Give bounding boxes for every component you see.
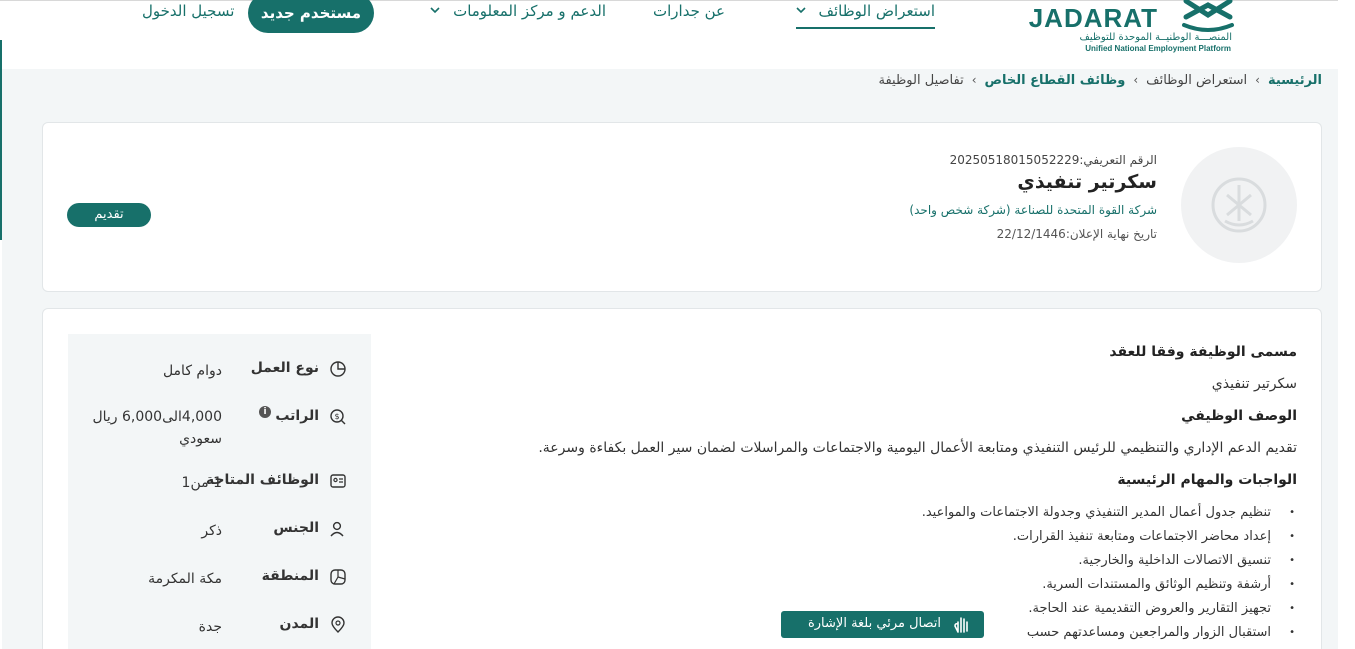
- logo-wordmark: JADARAT: [1028, 3, 1158, 33]
- attr-label: الراتب: [275, 408, 319, 424]
- svg-text:$: $: [334, 412, 339, 421]
- list-item: أرشفة وتنظيم الوثائق والمستندات السرية.: [437, 573, 1297, 597]
- attr-value: جدة: [198, 619, 222, 635]
- chevron-down-icon: [796, 7, 806, 14]
- hand-sign-icon: [954, 617, 968, 633]
- job-info: الرقم التعريفي:20250518015052229 سكرتير …: [909, 153, 1157, 241]
- chevron-left-icon: ›: [1133, 73, 1139, 87]
- attr-available-positions: الوظائف المتاحة 1 من1: [68, 470, 371, 510]
- breadcrumb-browse[interactable]: استعراض الوظائف: [1146, 73, 1247, 88]
- breadcrumb-private-jobs[interactable]: وظائف القطاع الخاص: [985, 73, 1126, 88]
- job-details-card: مسمى الوظيفة وفقا للعقد سكرتير تنفيذي ال…: [42, 308, 1322, 649]
- attr-value: ذكر: [201, 523, 222, 539]
- apply-button[interactable]: تقديم: [67, 203, 151, 227]
- attr-label: المدن: [279, 616, 319, 632]
- pie-chart-icon: [330, 361, 346, 377]
- map-region-icon: [330, 569, 346, 585]
- info-icon[interactable]: i: [259, 406, 271, 418]
- attr-label: الجنس: [273, 520, 319, 536]
- attr-label: نوع العمل: [250, 360, 319, 376]
- contract-title: سكرتير تنفيذي: [1211, 376, 1297, 392]
- sign-language-call-button[interactable]: اتصال مرئي بلغة الإشارة: [781, 611, 984, 638]
- id-card-icon: [330, 474, 346, 488]
- list-item: تنسيق الاتصالات الداخلية والخارجية.: [437, 549, 1297, 573]
- breadcrumb-current: تفاصيل الوظيفة: [878, 72, 964, 88]
- contract-title-heading: مسمى الوظيفة وفقا للعقد: [1109, 344, 1297, 360]
- attr-label: المنطقة: [261, 568, 319, 584]
- attr-salary: $ الراتب i 4,000الى6,000 ريال سعودي: [68, 406, 371, 454]
- attr-value: مكة المكرمة: [148, 571, 222, 587]
- user-icon: [330, 521, 344, 537]
- chevron-left-icon: ›: [971, 73, 977, 87]
- nav-about-label: عن جدارات: [653, 2, 725, 20]
- job-description: مسمى الوظيفة وفقا للعقد سكرتير تنفيذي ال…: [437, 343, 1297, 645]
- breadcrumb-home[interactable]: الرئيسية: [1268, 73, 1322, 88]
- top-navigation-bar: JADARAT المنصـــة الوطنيــة الموحدة للتو…: [0, 0, 1338, 69]
- list-item: تنظيم جدول أعمال المدير التنفيذي وجدولة …: [437, 501, 1297, 525]
- breadcrumb: الرئيسية › استعراض الوظائف › وظائف القطا…: [878, 69, 1322, 91]
- attr-value: 4,000الى6,000 ريال سعودي: [92, 409, 222, 447]
- duties-heading: الواجبات والمهام الرئيسية: [1117, 472, 1297, 488]
- attr-work-type: نوع العمل دوام كامل: [68, 358, 371, 398]
- login-link[interactable]: تسجيل الدخول: [142, 1, 234, 21]
- attr-gender: الجنس ذكر: [68, 518, 371, 558]
- main-content: الرئيسية › استعراض الوظائف › وظائف القطا…: [2, 69, 1338, 649]
- job-attributes-panel: نوع العمل دوام كامل $ الراتب i 4,000الى6…: [68, 334, 371, 649]
- jadarat-emblem-icon: [1182, 0, 1234, 32]
- deadline: تاريخ نهاية الإعلان:22/12/1446: [996, 227, 1157, 241]
- logo-subtitle-english: Unified National Employment Platform: [1085, 44, 1231, 53]
- attr-value: 1 من1: [181, 475, 222, 491]
- money-icon: $: [330, 409, 346, 425]
- nav-browse-jobs-label: استعراض الوظائف: [818, 2, 935, 20]
- attr-label: الوظائف المتاحة: [205, 472, 319, 488]
- description-text: تقديم الدعم الإداري والتنظيمي للرئيس الت…: [538, 440, 1297, 456]
- nav-browse-jobs[interactable]: استعراض الوظائف: [795, 1, 935, 29]
- scrollbar[interactable]: [1338, 0, 1355, 649]
- chevron-down-icon: [430, 7, 440, 14]
- nav-support-label: الدعم و مركز المعلومات: [453, 2, 606, 20]
- job-summary-card: الرقم التعريفي:20250518015052229 سكرتير …: [42, 122, 1322, 292]
- placeholder-emblem-icon: [1211, 177, 1267, 233]
- nav-about[interactable]: عن جدارات: [653, 1, 725, 25]
- job-id: الرقم التعريفي:20250518015052229: [949, 153, 1157, 167]
- new-user-button[interactable]: مستخدم جديد: [248, 0, 374, 33]
- chevron-left-icon: ›: [1255, 73, 1260, 87]
- jadarat-logo[interactable]: JADARAT المنصـــة الوطنيــة الموحدة للتو…: [1029, 0, 1238, 61]
- company-avatar: [1181, 147, 1297, 263]
- job-title: سكرتير تنفيذي: [1017, 171, 1157, 193]
- attr-city: المدن جدة: [68, 614, 371, 649]
- attr-region: المنطقة مكة المكرمة: [68, 566, 371, 606]
- location-pin-icon: [331, 616, 345, 633]
- attr-value: دوام كامل: [162, 363, 222, 379]
- description-heading: الوصف الوظيفي: [1181, 408, 1297, 424]
- logo-subtitle-arabic: المنصـــة الوطنيــة الموحدة للتوظيف: [1079, 32, 1233, 43]
- nav-support[interactable]: الدعم و مركز المعلومات: [430, 1, 606, 25]
- company-link[interactable]: شركة القوة المتحدة للصناعة (شركة شخص واح…: [909, 203, 1157, 217]
- sign-language-label: اتصال مرئي بلغة الإشارة: [807, 616, 941, 631]
- list-item: إعداد محاضر الاجتماعات ومتابعة تنفيذ الق…: [437, 525, 1297, 549]
